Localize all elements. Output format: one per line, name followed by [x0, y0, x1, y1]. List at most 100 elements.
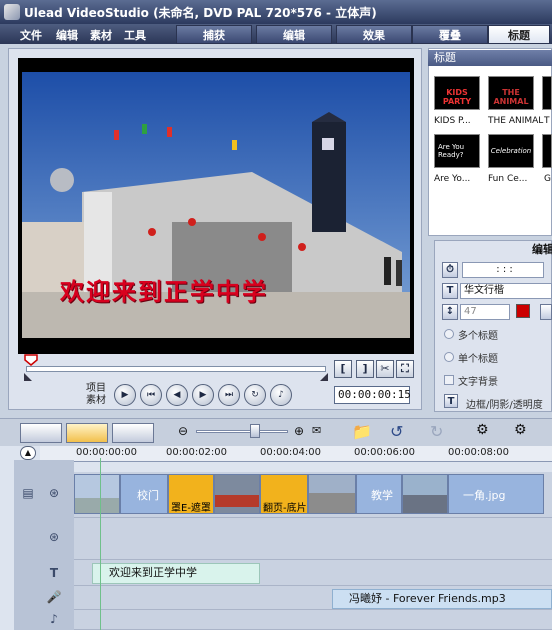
collapse-icon[interactable]: ▲ [20, 446, 36, 460]
film-reel-icon[interactable]: ⊛ [44, 486, 64, 502]
overlay-track-icon[interactable]: ⊛ [44, 530, 64, 546]
zoom-slider-thumb[interactable] [250, 424, 260, 438]
undo-icon[interactable]: ↺ [390, 422, 412, 442]
menu-bar: 文件 编辑 素材 工具 捕获 编辑 效果 覆叠 标题 [0, 24, 552, 44]
tab-title[interactable]: 标题 [488, 25, 550, 44]
smart-render-icon[interactable]: ⚙ [476, 422, 498, 442]
settings-icon[interactable]: ⚙ [514, 422, 536, 442]
scrub-handle[interactable] [24, 354, 38, 366]
fit-project-icon[interactable]: ✉ [312, 424, 321, 437]
thumb-art: Celebration [490, 147, 532, 155]
music-clip[interactable]: 冯曦妤 - Forever Friends.mp3 [332, 589, 552, 609]
storyboard-view-icon[interactable] [20, 423, 62, 443]
video-clip-thumbnail[interactable] [74, 474, 120, 514]
thumb-label: T [544, 116, 550, 126]
zoom-in-icon[interactable]: ⊕ [294, 424, 304, 438]
mark-in-icon[interactable]: [ [334, 360, 352, 378]
ruler-label: 00:00:04:00 [260, 447, 322, 458]
clip-label: 翻页-底片 [263, 503, 307, 514]
video-clip[interactable]: 校门 [120, 474, 168, 514]
tab-edit[interactable]: 编辑 [256, 25, 332, 44]
zoom-out-icon[interactable]: ⊖ [178, 424, 188, 438]
home-icon[interactable]: ⏮ [140, 384, 162, 406]
border-shadow-icon[interactable]: T [444, 394, 458, 408]
font-icon[interactable]: T [442, 283, 458, 299]
text-color-swatch[interactable] [516, 304, 530, 318]
video-clip[interactable]: 一角.jpg [448, 474, 544, 514]
clip-label: 校门 [137, 489, 159, 502]
mark-out-icon[interactable]: ] [356, 360, 374, 378]
video-clip-thumbnail[interactable] [308, 474, 356, 514]
preview-caption[interactable]: 欢迎来到正学中学 [60, 272, 268, 307]
single-title-radio[interactable] [444, 352, 454, 362]
multi-title-label[interactable]: 多个标题 [458, 327, 498, 342]
menu-tools[interactable]: 工具 [124, 27, 146, 43]
play-icon[interactable]: ▶ [114, 384, 136, 406]
music-track-icon[interactable]: ♪ [44, 612, 64, 628]
video-clip-thumbnail[interactable] [402, 474, 448, 514]
thumb-art: THE ANIMAL [493, 88, 529, 106]
title-track-icon[interactable]: T [44, 566, 64, 582]
transition-clip[interactable]: 罩E-遮罩 [168, 474, 214, 514]
music-track[interactable] [74, 610, 552, 630]
transition-clip[interactable]: 翻页-底片 [260, 474, 308, 514]
menu-edit[interactable]: 编辑 [56, 27, 78, 43]
multi-title-radio[interactable] [444, 329, 454, 339]
font-field[interactable]: 华文行楷 [460, 283, 552, 299]
video-track-icon[interactable]: ▤ [18, 486, 38, 502]
title-thumb[interactable] [542, 76, 552, 110]
scrub-bar[interactable] [26, 366, 326, 372]
zoom-slider[interactable] [196, 430, 288, 433]
repeat-icon[interactable]: ↻ [244, 384, 266, 406]
menu-clip[interactable]: 素材 [90, 27, 112, 43]
duration-field[interactable]: : : : [462, 262, 544, 278]
video-clip[interactable]: 教学 [356, 474, 402, 514]
text-background-checkbox[interactable] [444, 375, 454, 385]
title-thumb[interactable] [542, 134, 552, 168]
prev-frame-icon[interactable]: ◀ [166, 384, 188, 406]
play-mode-labels[interactable]: 项目 素材 [86, 383, 106, 407]
clip-label: 罩E-遮罩 [171, 503, 211, 514]
thumb-label: Are Yo... [434, 174, 471, 184]
playhead[interactable] [100, 458, 101, 630]
mode-project-label[interactable]: 项目 [86, 383, 106, 395]
redo-icon[interactable]: ↻ [430, 422, 452, 442]
tab-capture[interactable]: 捕获 [176, 25, 252, 44]
title-thumb[interactable]: Celebration [488, 134, 534, 168]
thumb-label: Fun Ce... [488, 174, 528, 184]
next-frame-icon[interactable]: ▶ [192, 384, 214, 406]
clip-label: 一角.jpg [463, 489, 506, 502]
volume-icon[interactable]: ♪ [270, 384, 292, 406]
align-icon[interactable] [540, 304, 552, 320]
duration-icon[interactable]: ⏱ [442, 262, 458, 278]
title-thumb[interactable]: Are You Ready? [434, 134, 480, 168]
end-icon[interactable]: ⏭ [218, 384, 240, 406]
menu-file[interactable]: 文件 [20, 27, 42, 43]
font-size-icon[interactable]: ↕ [442, 304, 458, 320]
title-thumb[interactable]: KIDS PARTY [434, 76, 480, 110]
thumb-art: Are You Ready? [438, 143, 465, 159]
tab-overlay[interactable]: 覆叠 [412, 25, 488, 44]
overlay-track[interactable] [74, 518, 552, 560]
title-clip[interactable]: 欢迎来到正学中学 [92, 563, 260, 584]
window-title: Ulead VideoStudio (未命名, DVD PAL 720*576 … [24, 6, 377, 20]
video-clip-thumbnail[interactable] [214, 474, 260, 514]
insert-media-icon[interactable]: 📁 [352, 422, 374, 442]
tab-effect[interactable]: 效果 [336, 25, 412, 44]
font-size-field[interactable]: 47 [460, 304, 510, 320]
timecode-field[interactable]: 00:00:00:15 [334, 386, 411, 404]
text-background-label[interactable]: 文字背景 [458, 373, 498, 388]
single-title-label[interactable]: 单个标题 [458, 350, 498, 365]
title-thumb[interactable]: THE ANIMAL [488, 76, 534, 110]
thumb-art: KIDS PARTY [442, 88, 472, 106]
app-icon [4, 4, 20, 20]
cut-icon[interactable]: ✂ [376, 360, 394, 378]
voice-track-icon[interactable]: 🎤 [44, 590, 64, 606]
mode-clip-label[interactable]: 素材 [86, 395, 106, 407]
title-clip-label: 欢迎来到正学中学 [109, 566, 197, 579]
audio-view-icon[interactable] [112, 423, 154, 443]
border-shadow-label[interactable]: 边框/阴影/透明度 [466, 396, 543, 411]
fullscreen-icon[interactable]: ⛶ [396, 360, 414, 378]
timeline-view-icon[interactable] [66, 423, 108, 443]
ruler-label: 00:00:02:00 [166, 447, 228, 458]
